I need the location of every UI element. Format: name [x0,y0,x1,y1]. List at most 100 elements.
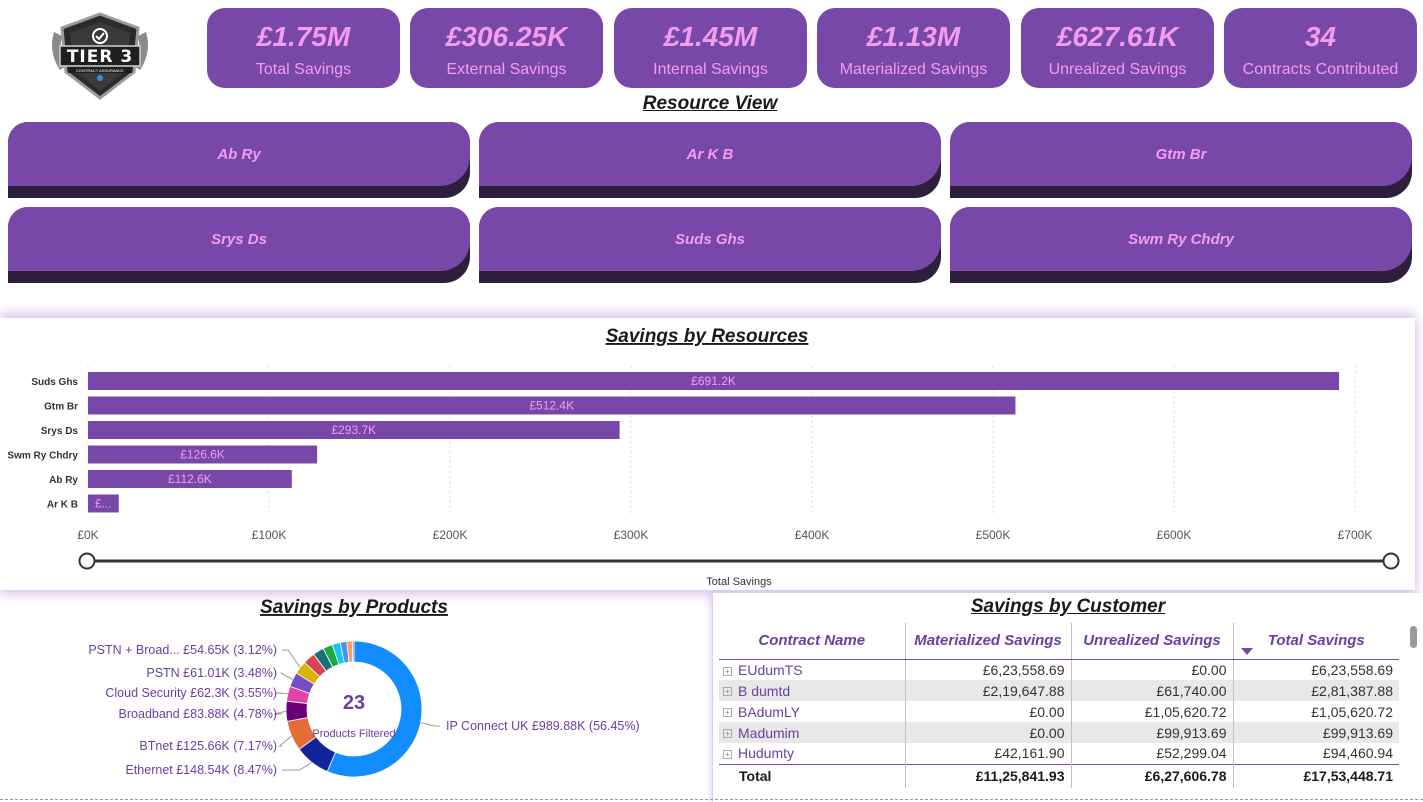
donut-label: PSTN + Broad... £54.65K (3.12%) [88,643,277,657]
total-label: Total [719,763,906,788]
kpi-internal-savings: £1.45M Internal Savings [614,8,807,88]
unrealized-cell: £61,740.00 [1071,680,1234,701]
expand-icon[interactable]: + [723,687,732,697]
kpi-value: £627.61K [1056,21,1179,52]
x-tick-label: £300K [614,528,649,542]
contract-name: Hudumty [738,745,795,762]
contract-name: BAdumLY [738,703,800,720]
kpi-row: £1.75M Total Savings £306.25K External S… [207,8,1417,90]
savings-by-products-panel: Savings by Products 23 Products Filtered IP… [0,593,708,802]
contract-name: EUdumTS [738,661,803,678]
unrealized-cell: £52,299.04 [1071,743,1234,764]
x-tick-label: £500K [976,528,1011,542]
unrealized-cell: £1,05,620.72 [1071,701,1234,722]
column-header-unrealized-savings[interactable]: Unrealized Savings [1071,623,1234,660]
donut-label: Broadband £83.88K (4.78%) [119,707,277,721]
dashboard: TIER 3 CONTRACT ASSURANCE £1.75M Total S… [0,0,1423,802]
expand-icon[interactable]: + [723,708,732,718]
y-category-label: Ar K B [47,500,78,511]
kpi-value: £1.13M [866,21,961,52]
total-total: £17,53,448.71 [1233,763,1399,788]
leader-line [275,692,288,695]
column-header-contract-name[interactable]: Contract Name [719,623,906,660]
kpi-label: Unrealized Savings [1048,61,1187,78]
chart-title: Savings by Products [260,597,448,618]
savings-by-resources-panel: Savings by Resources £0K £100K £200K £300K £4… [0,318,1415,590]
resource-button-ab-ry[interactable]: Ab Ry [8,122,470,198]
resource-button-label: Ab Ry [217,145,261,163]
kpi-materialized-savings: £1.13M Materialized Savings [817,8,1010,88]
bar-data-label: £... [95,497,112,511]
resource-button-label: Gtm Br [1155,145,1207,163]
contract-name: Madumim [738,724,800,741]
donut-label: Cloud Security £62.3K (3.55%) [105,686,277,700]
total-cell: £1,05,620.72 [1311,703,1393,720]
savings-by-resources-chart: Savings by Resources £0K £100K £200K £300K £4… [7,326,1400,588]
column-header-materialized-savings[interactable]: Materialized Savings [905,623,1072,660]
kpi-label: External Savings [446,61,567,78]
savings-by-customer-panel: Savings by Customer Contract Name Materi… [712,593,1423,802]
materialized-cell: £42,161.90 [905,743,1072,764]
table-scrollbar[interactable] [1410,626,1417,648]
resource-button-swm-ry-chdry[interactable]: Swm Ry Chdry [950,207,1412,283]
donut-slice [351,640,355,663]
kpi-label: Total Savings [255,61,352,78]
kpi-label: Materialized Savings [839,61,988,78]
range-slider-handle-left[interactable] [78,552,96,570]
kpi-value: £306.25K [445,21,568,52]
resource-button-suds-ghs[interactable]: Suds Ghs [479,207,941,283]
resource-button-gtm-br[interactable]: Gtm Br [950,122,1412,198]
donut-label: BTnet £125.66K (7.17%) [139,739,277,753]
leader-line [420,722,440,727]
resource-button-label: Swm Ry Chdry [1128,230,1234,248]
kpi-contracts-contributed: 34 Contracts Contributed [1224,8,1417,88]
resource-button-ar-k-b[interactable]: Ar K B [479,122,941,198]
resource-view-title: Resource View [642,93,778,114]
expand-icon[interactable]: + [723,666,732,676]
bar-data-label: £112.6K [168,472,212,486]
leader-line [278,735,292,747]
expand-icon[interactable]: + [723,729,732,739]
logo-subtext: CONTRACT ASSURANCE [76,68,124,73]
resource-button-label: Srys Ds [211,230,267,248]
unrealized-cell: £99,913.69 [1071,722,1234,743]
chart-title: Savings by Resources [606,326,809,347]
donut-center-value: 23 [343,692,365,714]
sort-descending-icon[interactable] [1241,648,1253,655]
x-axis-title: Total Savings [706,576,772,588]
total-cell: £99,913.69 [1233,722,1399,743]
tier3-logo: TIER 3 CONTRACT ASSURANCE [46,12,154,100]
leader-line [280,672,293,680]
resource-button-srys-ds[interactable]: Srys Ds [8,207,470,283]
customer-table: Contract Name Materialized Savings Unrea… [719,623,1399,788]
leader-line [282,761,312,771]
total-materialized: £11,25,841.93 [905,763,1072,788]
divider [0,799,1423,800]
expand-icon[interactable]: + [723,750,732,760]
kpi-value: £1.45M [663,21,758,52]
y-category-label: Swm Ry Chdry [7,451,78,462]
total-unrealized: £6,27,606.78 [1071,763,1234,788]
unrealized-cell: £0.00 [1071,659,1234,680]
bar-data-label: £512.4K [529,399,574,413]
kpi-value: 34 [1304,21,1337,52]
x-tick-label: £100K [252,528,287,542]
y-category-label: Ab Ry [49,475,78,486]
table-row[interactable]: + Hudumty £42,161.90 £52,299.04 £94,460.9… [719,743,1399,764]
x-tick-label: £600K [1157,528,1192,542]
donut-center-label: Products Filtered [312,728,395,740]
table-row[interactable]: + EUdumTS £6,23,558.69 £0.00 £6,23,558.69 [719,659,1399,680]
range-slider-handle-right[interactable] [1382,552,1400,570]
bar-data-label: £126.6K [180,448,225,462]
kpi-value: £1.75M [256,21,351,52]
table-header-row: Contract Name Materialized Savings Unrea… [719,623,1399,660]
table-row[interactable]: + B dumtd £2,19,647.88 £61,740.00 £2,81,3… [719,680,1399,701]
kpi-label: Internal Savings [653,61,768,78]
total-cell: £94,460.94 [1322,745,1393,762]
table-row[interactable]: + Madumim £0.00 £99,913.69 £99,913.69 [719,722,1399,743]
donut-slice [285,700,309,722]
savings-by-customer-title: Savings by Customer [970,596,1166,617]
materialized-cell: £2,19,647.88 [905,680,1072,701]
column-header-total-savings[interactable]: Total Savings [1233,623,1399,660]
table-row[interactable]: + BAdumLY £0.00 £1,05,620.72 £1,05,620.72 [719,701,1399,722]
